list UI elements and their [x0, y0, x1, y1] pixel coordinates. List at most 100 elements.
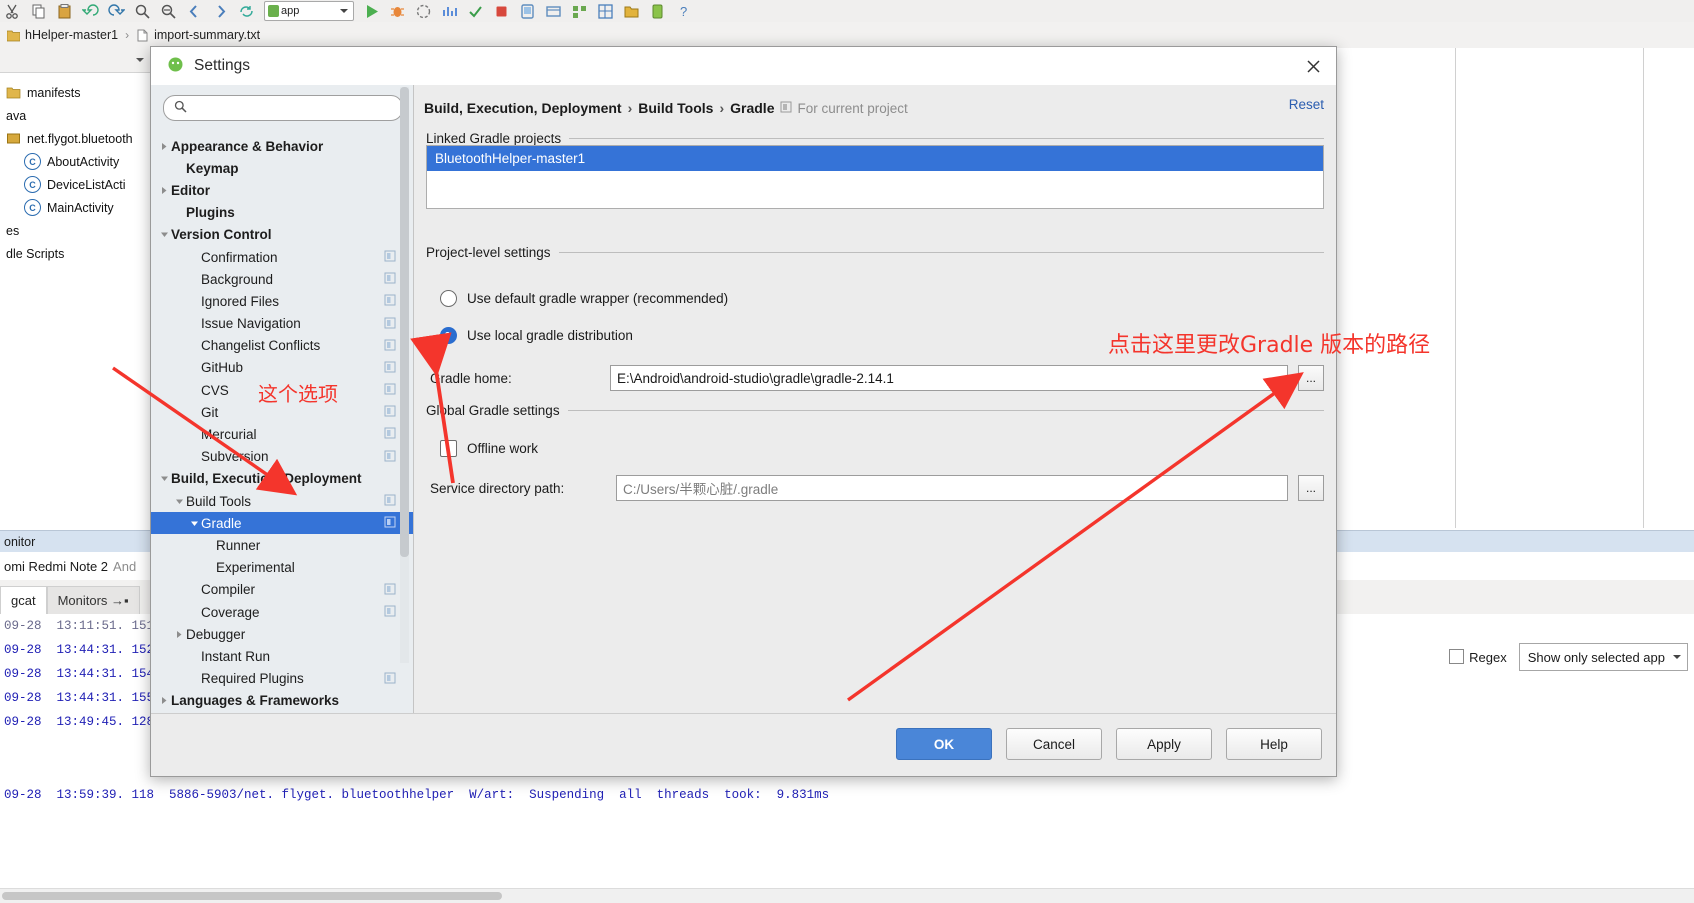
settings-tree-item-gradle[interactable]: Gradle	[151, 512, 413, 535]
help-button[interactable]: Help	[1226, 728, 1322, 760]
settings-tree-item-compiler[interactable]: Compiler	[151, 579, 413, 601]
horizontal-scrollbar[interactable]	[0, 888, 1694, 903]
linked-project-item[interactable]: BluetoothHelper-master1	[427, 146, 1323, 171]
settings-tree-item-languages-frameworks[interactable]: Languages & Frameworks	[151, 690, 413, 712]
project-tree-row[interactable]: es	[0, 219, 152, 242]
settings-tree-item-required-plugins[interactable]: Required Plugins	[151, 668, 413, 690]
service-directory-browse-button[interactable]: ...	[1298, 475, 1324, 501]
device-file-explorer-icon[interactable]	[623, 3, 640, 20]
settings-tree-item-label: Version Control	[171, 227, 272, 243]
avd-manager-icon[interactable]	[519, 3, 536, 20]
apply-changes-icon[interactable]	[467, 3, 484, 20]
breadcrumb-item-file[interactable]: import-summary.txt	[129, 28, 267, 42]
settings-tree-item-issue-navigation[interactable]: Issue Navigation	[151, 313, 413, 335]
settings-tree-item-runner[interactable]: Runner	[151, 534, 413, 556]
regex-checkbox[interactable]	[1449, 649, 1465, 664]
chevron-right-icon[interactable]	[157, 696, 171, 705]
debug-icon[interactable]	[389, 3, 406, 20]
chevron-down-icon[interactable]	[157, 230, 171, 239]
settings-tree-item-github[interactable]: GitHub	[151, 357, 413, 379]
run-icon[interactable]	[363, 3, 380, 20]
settings-tree-item-keymap[interactable]: Keymap	[151, 157, 413, 179]
help-icon[interactable]: ?	[675, 3, 692, 20]
project-tree-row[interactable]: ava	[0, 104, 152, 127]
settings-tree-item-coverage[interactable]: Coverage	[151, 601, 413, 623]
android-device-monitor-icon[interactable]	[649, 3, 666, 20]
settings-tree-item-build-execution-deployment[interactable]: Build, Execution, Deployment	[151, 468, 413, 490]
chevron-down-icon[interactable]	[187, 519, 201, 528]
dialog-footer: OK Cancel Apply Help	[151, 713, 1336, 776]
project-view-selector[interactable]	[0, 48, 152, 73]
settings-tree-item-debugger[interactable]: Debugger	[151, 623, 413, 645]
search-box[interactable]	[163, 95, 403, 121]
show-only-selected-app-combo[interactable]: Show only selected app	[1518, 643, 1688, 671]
chevron-right-icon[interactable]	[157, 186, 171, 195]
reset-link[interactable]: Reset	[1289, 97, 1324, 112]
search-icon[interactable]	[134, 3, 151, 20]
ok-button[interactable]: OK	[896, 728, 992, 760]
chevron-down-icon[interactable]	[172, 497, 186, 506]
project-tree-row[interactable]: net.flygot.bluetooth	[0, 127, 152, 150]
settings-tree-item-appearance-behavior[interactable]: Appearance & Behavior	[151, 135, 413, 157]
project-tree-row[interactable]: manifests	[0, 81, 152, 104]
settings-tree-item-instant-run[interactable]: Instant Run	[151, 645, 413, 667]
settings-tree-item-confirmation[interactable]: Confirmation	[151, 246, 413, 268]
run-configuration-selector[interactable]: app	[264, 1, 354, 21]
radio-local-gradle-distribution[interactable]	[440, 327, 457, 344]
breadcrumb-item-project[interactable]: hHelper-master1	[0, 28, 125, 42]
settings-tree-item-background[interactable]: Background	[151, 268, 413, 290]
service-directory-input[interactable]: C:/Users/半颗心脏/.gradle	[616, 475, 1288, 501]
regex-checkbox-wrap[interactable]: Regex	[1449, 649, 1507, 665]
sync-gradle-icon[interactable]	[238, 3, 255, 20]
search-input[interactable]	[194, 99, 392, 117]
chevron-down-icon[interactable]	[157, 474, 171, 483]
redo-icon[interactable]	[108, 3, 125, 20]
replace-icon[interactable]	[160, 3, 177, 20]
layout-inspector-icon[interactable]	[597, 3, 614, 20]
copy-icon[interactable]	[30, 3, 47, 20]
cancel-button[interactable]: Cancel	[1006, 728, 1102, 760]
tab-monitors[interactable]: Monitors →▪	[46, 586, 140, 614]
chevron-right-icon[interactable]	[172, 630, 186, 639]
forward-icon[interactable]	[212, 3, 229, 20]
close-icon[interactable]	[1298, 52, 1328, 80]
sidebar-scrollbar-thumb[interactable]	[400, 87, 409, 557]
scrollbar-thumb[interactable]	[2, 892, 502, 900]
settings-tree-item-experimental[interactable]: Experimental	[151, 557, 413, 579]
profile-icon[interactable]	[441, 3, 458, 20]
project-tree-row[interactable]: C MainActivity	[0, 196, 152, 219]
gradle-home-browse-button[interactable]: ...	[1298, 365, 1324, 391]
search-icon	[174, 100, 187, 116]
radio-default-wrapper[interactable]: Use default gradle wrapper (recommended)	[440, 290, 728, 307]
undo-icon[interactable]	[82, 3, 99, 20]
settings-tree-item-subversion[interactable]: Subversion	[151, 446, 413, 468]
project-tree-row[interactable]: dle Scripts	[0, 242, 152, 265]
offline-work-row[interactable]: Offline work	[440, 440, 538, 457]
apply-button[interactable]: Apply	[1116, 728, 1212, 760]
settings-tree-item-build-tools[interactable]: Build Tools	[151, 490, 413, 512]
tab-logcat[interactable]: gcat	[0, 586, 47, 614]
radio-default-gradle-wrapper[interactable]	[440, 290, 457, 307]
gradle-home-input[interactable]: E:\Android\android-studio\gradle\gradle-…	[610, 365, 1288, 391]
settings-tree-item-editor[interactable]: Editor	[151, 179, 413, 201]
sidebar-scrollbar[interactable]	[400, 87, 409, 663]
project-tree-row[interactable]: C DeviceListActi	[0, 173, 152, 196]
radio-local-wrapper[interactable]: Use local gradle distribution	[440, 327, 633, 344]
cut-icon[interactable]	[4, 3, 21, 20]
stop-icon[interactable]	[493, 3, 510, 20]
settings-tree-item-version-control[interactable]: Version Control	[151, 224, 413, 246]
settings-tree-item-mercurial[interactable]: Mercurial	[151, 423, 413, 445]
back-icon[interactable]	[186, 3, 203, 20]
breadcrumb-separator-2: ›	[719, 100, 725, 116]
settings-tree-item-ignored-files[interactable]: Ignored Files	[151, 290, 413, 312]
linked-projects-list[interactable]: BluetoothHelper-master1	[426, 145, 1324, 209]
paste-icon[interactable]	[56, 3, 73, 20]
settings-tree-item-plugins[interactable]: Plugins	[151, 202, 413, 224]
chevron-right-icon[interactable]	[157, 142, 171, 151]
offline-work-checkbox[interactable]	[440, 440, 457, 457]
settings-tree-item-changelist-conflicts[interactable]: Changelist Conflicts	[151, 335, 413, 357]
project-structure-icon[interactable]	[571, 3, 588, 20]
coverage-icon[interactable]	[415, 3, 432, 20]
sdk-manager-icon[interactable]	[545, 3, 562, 20]
project-tree-row[interactable]: C AboutActivity	[0, 150, 152, 173]
